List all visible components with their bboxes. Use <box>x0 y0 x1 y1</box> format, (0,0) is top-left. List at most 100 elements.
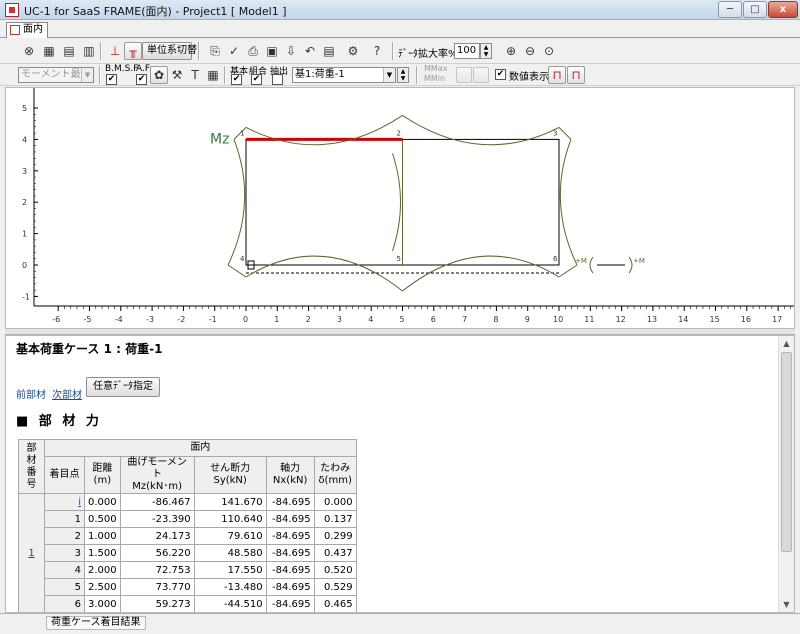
x-tick-label: 12 <box>616 315 626 324</box>
frame-model-icon[interactable]: ╥ <box>124 42 142 60</box>
vertical-scrollbar[interactable]: ▲ ▼ <box>778 336 794 612</box>
minimize-button[interactable]: ─ <box>718 1 742 18</box>
member-no-cell: 1 <box>18 493 45 612</box>
result-type-select[interactable]: モーメント最大 ▼ <box>18 67 94 83</box>
preview-icon[interactable]: ▣ <box>263 42 281 60</box>
next-member-link[interactable]: 次部材 <box>52 386 82 401</box>
deflection-cell: 0.520 <box>313 561 357 579</box>
zoom-out-icon[interactable]: ⊖ <box>521 42 539 60</box>
open-file-icon[interactable]: ⎘ <box>206 42 224 60</box>
tab-mennai[interactable]: 面内 <box>6 22 48 38</box>
diagram-style-icon[interactable]: ⚒ <box>168 66 186 84</box>
list-icon[interactable]: ▥ <box>80 42 98 60</box>
x-tick-label: 14 <box>678 315 688 324</box>
close-button[interactable]: x <box>768 1 798 18</box>
input-data-icon[interactable]: ▦ <box>40 42 58 60</box>
result-panel: 基本荷重ケース 1 : 荷重-1 前部材 次部材 任意ﾃﾞｰﾀ指定 ■ 部 材 … <box>5 335 795 613</box>
kumiawase-checkbox[interactable]: ✔ <box>251 74 262 85</box>
export-icon[interactable]: ⇩ <box>282 42 300 60</box>
prev-member-link[interactable]: 前部材 <box>16 386 46 401</box>
settings-icon[interactable]: ⚙ <box>344 42 362 60</box>
node-label: 4 <box>240 255 245 263</box>
deflection-cell: 0.465 <box>313 595 357 612</box>
x-tick-label: -6 <box>52 315 60 324</box>
text-size-icon[interactable]: T <box>186 66 204 84</box>
axial-cell: -84.695 <box>265 527 315 545</box>
x-tick-label: 8 <box>493 315 498 324</box>
scroll-up-icon[interactable]: ▲ <box>779 336 794 351</box>
node-label: 2 <box>397 129 401 137</box>
app-icon <box>5 3 19 17</box>
axial-cell: -84.695 <box>265 510 315 528</box>
y-tick-label: 0 <box>22 261 27 270</box>
beam-bottom-right-curve <box>402 255 560 292</box>
header-member-no: 部材 番号 <box>18 439 45 494</box>
maximize-button[interactable]: □ <box>743 1 767 18</box>
axial-cell: -84.695 <box>265 578 315 596</box>
load-icon[interactable]: ⊥ <box>106 42 124 60</box>
beam-bottom-left-curve <box>245 255 403 292</box>
loadcase-select[interactable]: 基1:荷重-1 ▼ <box>292 67 396 83</box>
data-scale-input[interactable]: 100 <box>454 43 480 59</box>
mmin-button[interactable] <box>473 67 489 83</box>
sign-arc-left <box>589 256 594 274</box>
data-scale-label: ﾃﾞｰﾀ拡大率% <box>398 49 458 60</box>
x-tick-label: -3 <box>146 315 154 324</box>
x-tick-label: -2 <box>177 315 185 324</box>
distance-cell: 0.000 <box>84 493 121 511</box>
point-cell[interactable]: i <box>44 493 85 511</box>
header-shear: せん断力 Sy(kN) <box>193 456 267 494</box>
joint-curve <box>558 264 578 278</box>
node-label: 5 <box>397 255 401 263</box>
x-tick-label: 16 <box>741 315 751 324</box>
unit-switch-button[interactable]: 単位系切替 <box>142 42 197 60</box>
point-cell: 4 <box>44 561 85 579</box>
toolbar-separator <box>100 42 102 60</box>
deflection-cell: 0.000 <box>313 493 357 511</box>
bmsf-checkbox[interactable]: ✔ <box>106 74 117 85</box>
scrollbar-thumb[interactable] <box>781 352 792 552</box>
data-scale-stepper[interactable]: ▲ ▼ <box>480 43 492 59</box>
print-icon[interactable]: ⎙ <box>244 42 262 60</box>
shear-cell: -13.480 <box>193 578 267 596</box>
chevron-down-icon: ▼ <box>81 68 93 82</box>
af-checkbox[interactable]: ✔ <box>136 74 147 85</box>
check-icon[interactable]: ✓ <box>225 42 243 60</box>
member-no-link[interactable]: 1 <box>28 548 34 559</box>
chuushutsu-checkbox[interactable] <box>272 74 283 85</box>
loadcase-stepper[interactable]: ▲ ▼ <box>397 67 409 83</box>
x-tick-label: 11 <box>584 315 594 324</box>
sign-arc-right <box>628 256 633 274</box>
table-icon[interactable]: ▤ <box>60 42 78 60</box>
frame-display-icon[interactable]: ⊓ <box>567 66 585 84</box>
diagram-color-icon[interactable]: ✿ <box>150 66 168 84</box>
report-icon[interactable]: ▤ <box>320 42 338 60</box>
shear-cell: 141.670 <box>193 493 267 511</box>
header-group-mennai: 面内 <box>44 439 357 457</box>
kihon-checkbox[interactable]: ✔ <box>231 74 242 85</box>
zoom-in-icon[interactable]: ⊕ <box>502 42 520 60</box>
y-tick-label: -1 <box>22 292 30 301</box>
scroll-down-icon[interactable]: ▼ <box>779 597 794 612</box>
shear-cell: 110.640 <box>193 510 267 528</box>
toolbar-separator <box>224 66 226 84</box>
header-deflection: たわみ δ(mm) <box>313 456 357 494</box>
zoom-fit-icon[interactable]: ⊙ <box>540 42 558 60</box>
support-display-icon[interactable]: ⊓ <box>548 66 566 84</box>
numeric-display-checkbox[interactable]: ✔ <box>495 69 506 80</box>
moment-cell: 56.220 <box>119 544 195 562</box>
tab-label: 面内 <box>23 24 43 35</box>
arbitrary-data-button[interactable]: 任意ﾃﾞｰﾀ指定 <box>86 377 160 397</box>
grid-icon[interactable]: ▦ <box>204 66 222 84</box>
x-tick-label: 17 <box>772 315 782 324</box>
help-icon[interactable]: ? <box>368 42 386 60</box>
frame-diagram-canvas[interactable]: 5 4 3 2 1 0 -1 -6 -5 -4 -3 -2 -1 0 1 2 3 4 5 6 7 8 9 10 11 12 13 14… <box>5 87 795 329</box>
x-tick-label: 9 <box>525 315 530 324</box>
toolbar-separator <box>198 42 200 60</box>
stop-icon[interactable]: ⊗ <box>20 42 38 60</box>
mmax-button[interactable] <box>456 67 472 83</box>
af-label: A.F <box>136 64 151 74</box>
chevron-down-icon: ▼ <box>383 68 395 82</box>
joint-curve <box>227 264 247 278</box>
undo-icon[interactable]: ↶ <box>301 42 319 60</box>
